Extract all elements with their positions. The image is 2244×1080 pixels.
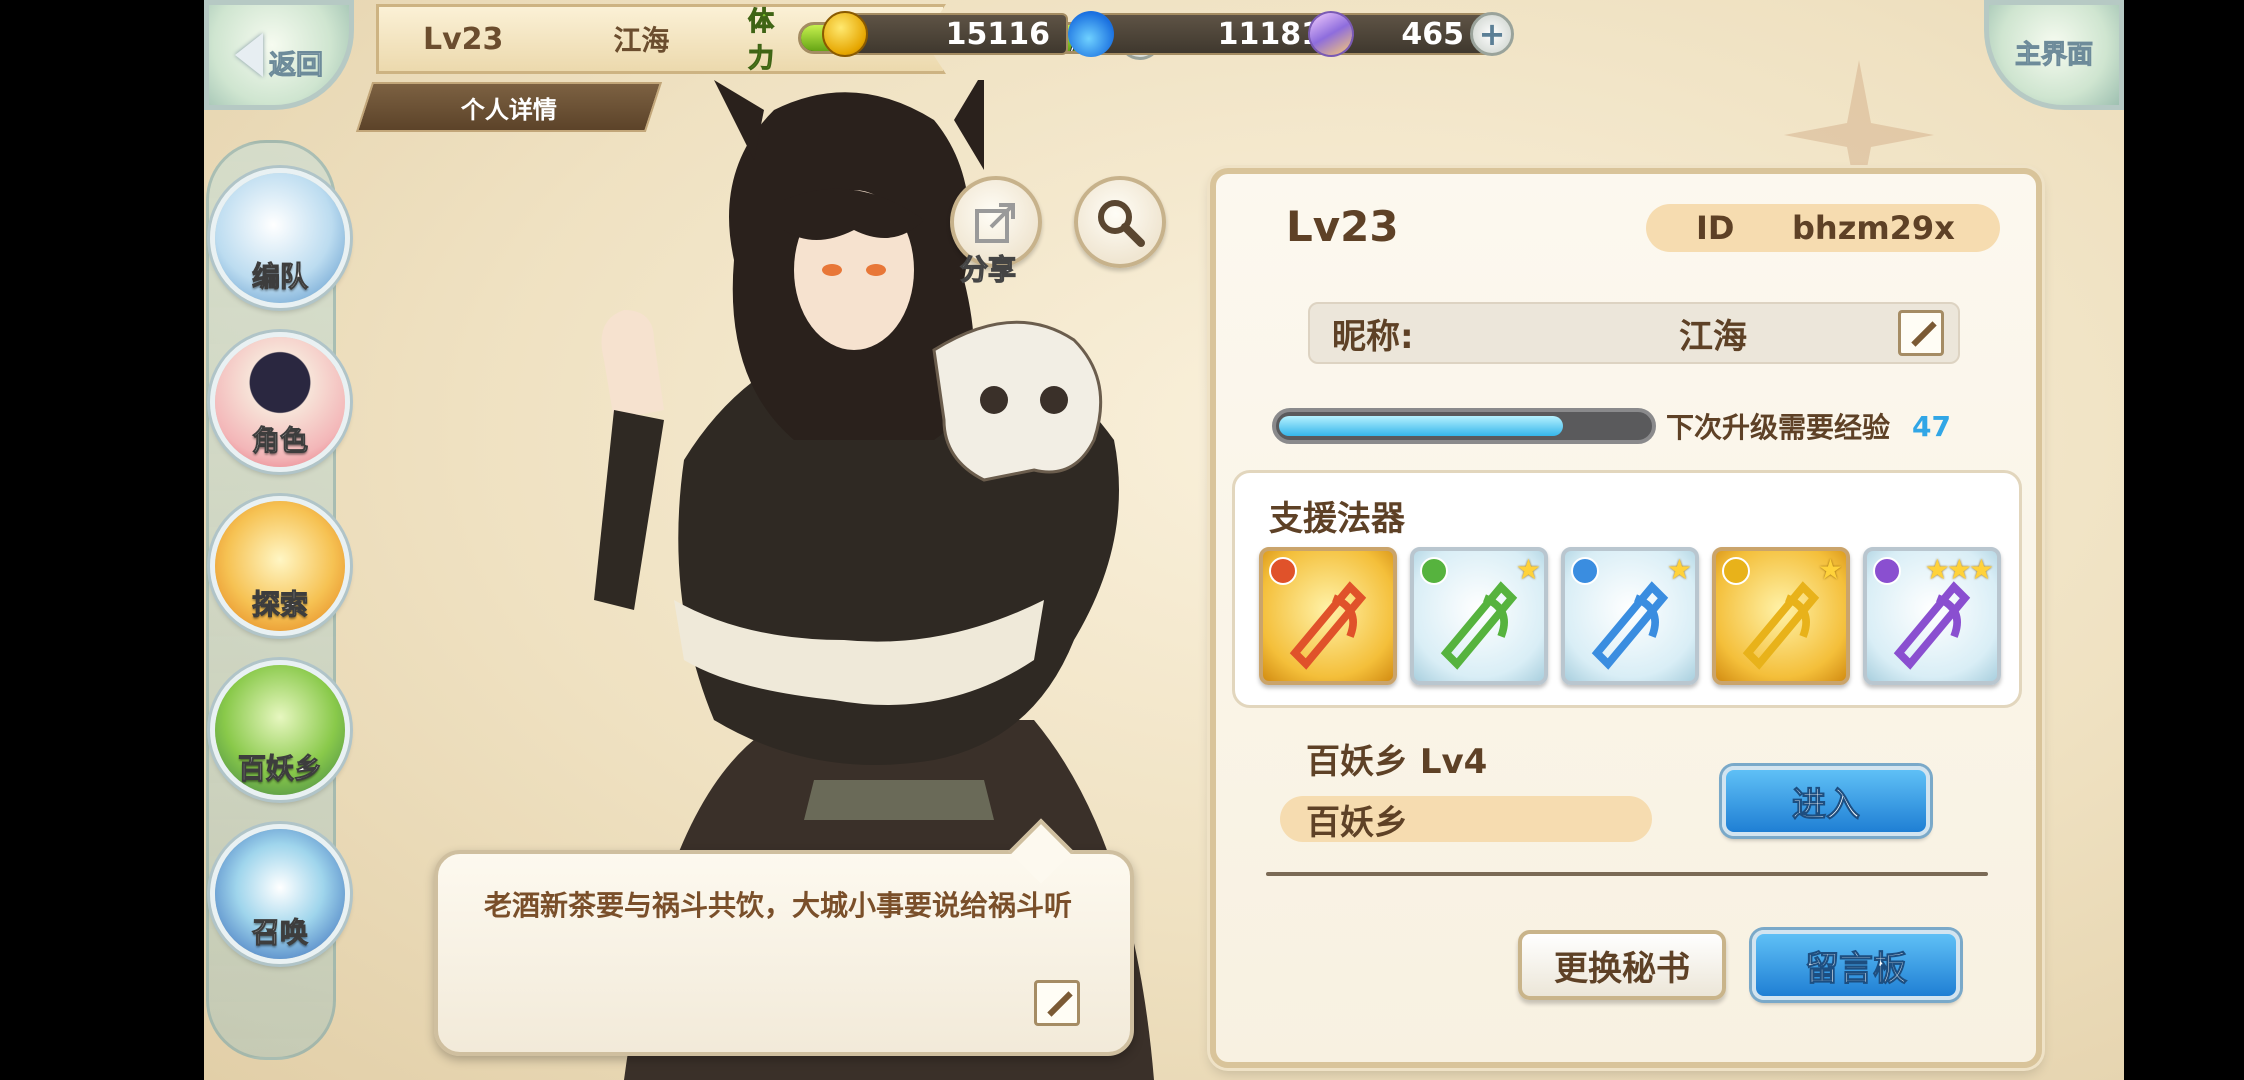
coin-counter: 15116 <box>822 10 1068 58</box>
artifact-icon <box>1742 581 1820 670</box>
support-artifact-slot[interactable]: ★ <box>1712 547 1850 685</box>
profile-panel: Lv23 ID bhzm29x 昵称: 江海 下次升级需要经验 47 支援法器 … <box>1210 168 2042 1068</box>
nav-explore-button[interactable]: 探索 <box>210 496 350 636</box>
support-artifact-slot[interactable]: ★ <box>1561 547 1699 685</box>
magnifier-icon <box>1098 200 1145 247</box>
tab-personal-details[interactable]: 个人详情 <box>355 82 663 132</box>
coin-amount: 15116 <box>850 13 1068 55</box>
nav-formation-button[interactable]: 编队 <box>210 168 350 308</box>
support-artifact-slot[interactable]: ★ <box>1410 547 1548 685</box>
share-label: 分享 <box>959 252 1017 286</box>
panel-divider <box>1266 872 1988 876</box>
support-artifact-slot[interactable]: ★★★ <box>1863 547 2001 685</box>
player-id-value: bhzm29x <box>1792 209 1955 247</box>
nickname-value: 江海 <box>1679 316 1747 357</box>
nickname-label: 昵称: <box>1332 316 1414 357</box>
dialogue-text: 老酒新茶要与祸斗共饮，大城小事要说给祸斗听 <box>484 889 1073 922</box>
support-artifacts-title: 支援法器 <box>1269 499 1405 539</box>
support-artifacts-section: 支援法器 ★ ★ ★ ★★★ <box>1232 470 2022 708</box>
gold-coin-icon <box>822 11 868 57</box>
gem-counter: 465 + <box>1302 5 1514 63</box>
nav-village-button[interactable]: 百妖乡 <box>210 660 350 800</box>
experience-label: 下次升级需要经验 <box>1666 411 1891 444</box>
back-label: 返回 <box>269 49 324 81</box>
experience-bar <box>1272 408 1656 444</box>
nav-summon-label: 召唤 <box>251 916 308 950</box>
village-level: 百妖乡 Lv4 <box>1306 742 1488 782</box>
stamina-label: 体力 <box>748 7 775 75</box>
game-screen: 返回 Lv23 江海 个人详情 体力 53/62 + 15116 11181 4… <box>204 0 2124 1080</box>
player-id-badge: ID bhzm29x <box>1646 204 2000 252</box>
change-secretary-button[interactable]: 更换秘书 <box>1518 930 1726 1000</box>
artifact-icon <box>1591 581 1669 670</box>
back-button[interactable]: 返回 <box>204 0 354 110</box>
add-gems-button[interactable]: + <box>1470 12 1514 56</box>
secretary-dialogue-bubble: 老酒新茶要与祸斗共饮，大城小事要说给祸斗听 <box>434 818 1134 1056</box>
edit-nickname-icon[interactable] <box>1898 310 1944 356</box>
message-board-button[interactable]: 留言板 <box>1752 930 1960 1000</box>
tab-personal-details-label: 个人详情 <box>461 95 557 124</box>
edit-dialogue-icon[interactable] <box>1034 980 1080 1026</box>
profile-level: Lv23 <box>1286 202 1399 251</box>
nav-village-label: 百妖乡 <box>237 752 322 786</box>
back-arrow-icon <box>235 33 263 77</box>
nav-formation-label: 编队 <box>251 260 308 294</box>
experience-value: 47 <box>1912 409 1951 443</box>
experience-bar-fill <box>1279 416 1563 436</box>
home-label: 主界面 <box>2014 39 2093 70</box>
enter-village-button[interactable]: 进入 <box>1722 766 1930 836</box>
experience-row: 下次升级需要经验 47 <box>1272 406 2012 446</box>
soul-counter: 11181 <box>1068 10 1340 58</box>
player-level: Lv23 <box>423 21 504 57</box>
player-name: 江海 <box>613 24 670 57</box>
blue-soul-flame-icon <box>1068 11 1114 57</box>
support-artifact-slot[interactable] <box>1259 547 1397 685</box>
artifact-icon <box>1893 581 1971 670</box>
village-name: 百妖乡 <box>1280 796 1652 843</box>
nav-character-button[interactable]: 角色 <box>210 332 350 472</box>
nickname-row: 昵称: 江海 <box>1308 302 1960 364</box>
share-icon <box>975 203 1015 243</box>
nav-character-label: 角色 <box>251 424 308 458</box>
artifact-icon <box>1289 581 1367 670</box>
zoom-view-button[interactable] <box>1074 176 1166 268</box>
artifact-icon <box>1440 581 1518 670</box>
player-id-label: ID <box>1696 209 1735 247</box>
soul-amount: 11181 <box>1096 13 1340 55</box>
nav-explore-label: 探索 <box>251 588 308 622</box>
nav-summon-button[interactable]: 召唤 <box>210 824 350 964</box>
home-button[interactable]: 主界面 <box>1984 0 2124 110</box>
